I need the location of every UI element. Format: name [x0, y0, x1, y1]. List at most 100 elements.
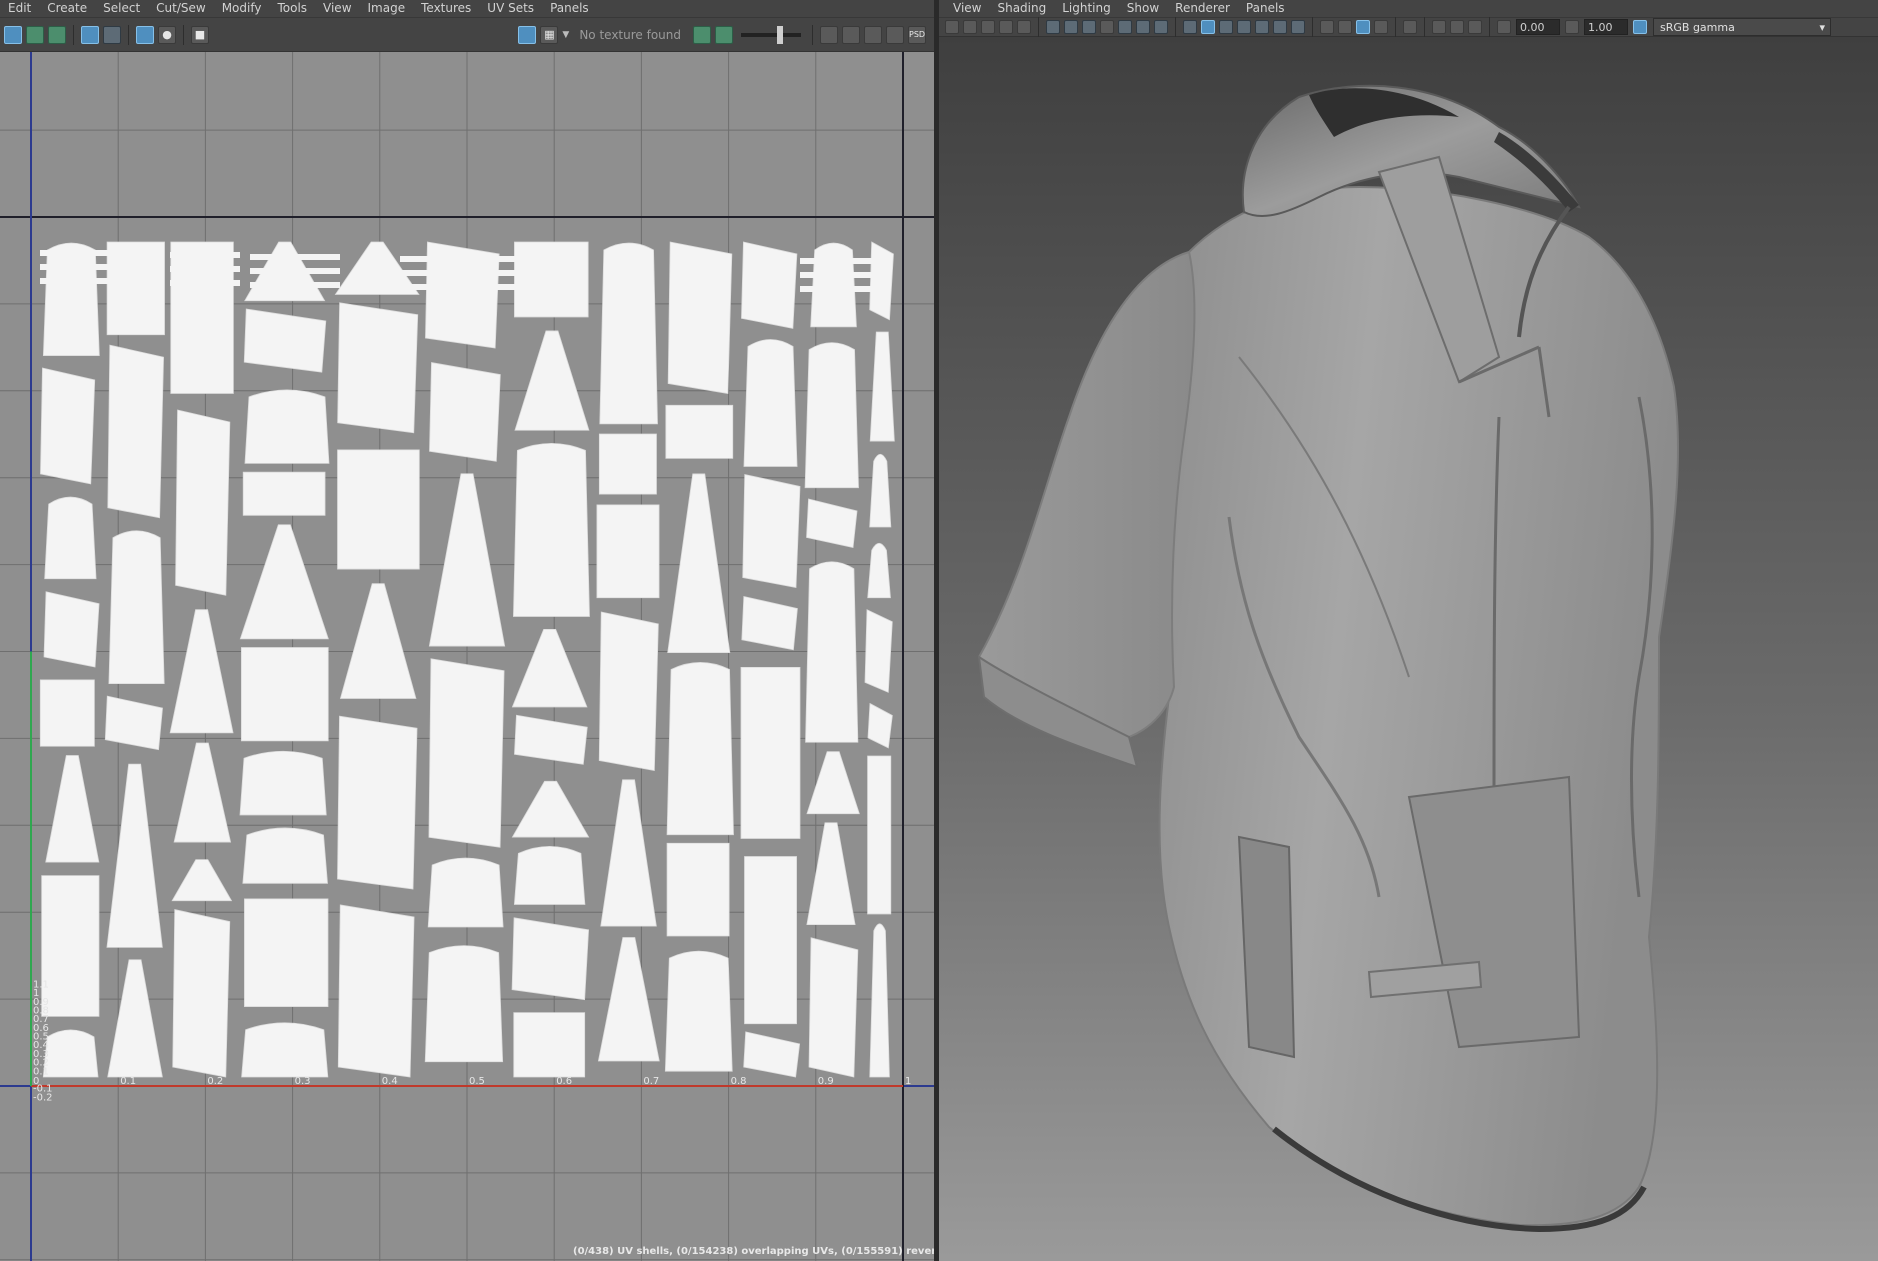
grease-pencil-icon[interactable]: [1017, 20, 1031, 34]
uv-strip-shell[interactable]: [400, 270, 520, 276]
isolate-select-icon[interactable]: [1403, 20, 1417, 34]
uv-shell[interactable]: [242, 471, 326, 516]
uv-strip-shell[interactable]: [170, 280, 240, 286]
uv-strip-shell[interactable]: [400, 256, 520, 262]
grid-toggle-icon[interactable]: [81, 25, 99, 44]
uv-shell[interactable]: [742, 473, 801, 589]
uv-shell-mode-icon[interactable]: [26, 25, 44, 44]
uv-shell[interactable]: [42, 242, 100, 356]
uv-shell[interactable]: [864, 609, 893, 693]
uv-strip-shell[interactable]: [400, 284, 520, 290]
uv-strip-shell[interactable]: [40, 264, 110, 270]
pan-zoom-icon[interactable]: [864, 25, 882, 44]
exposure-field[interactable]: 0.00: [1516, 19, 1560, 35]
uv-shell[interactable]: [337, 449, 420, 570]
uv-border-icon[interactable]: [886, 25, 904, 44]
gamma-field[interactable]: 1.00: [1584, 19, 1628, 35]
snap-grid-icon[interactable]: [103, 25, 121, 44]
uv-shell[interactable]: [44, 496, 97, 580]
uv-shell[interactable]: [427, 857, 504, 928]
snapshot-camera-icon[interactable]: ■: [191, 25, 209, 44]
uv-shell[interactable]: [804, 342, 859, 489]
uv-shell[interactable]: [740, 666, 801, 839]
uv-shell[interactable]: [41, 875, 100, 1017]
uv-shell[interactable]: [107, 344, 164, 519]
wireframe-icon[interactable]: [1183, 20, 1197, 34]
uv-canvas[interactable]: 0 0.1 0.2 0.3 0.4 0.5 0.6 0.7 0.8 0.9 11.110.90.80…: [0, 52, 934, 1261]
uv-strip-shell[interactable]: [40, 278, 110, 284]
smooth-shade-icon[interactable]: [1201, 20, 1215, 34]
vp-menu-panels[interactable]: Panels: [1238, 0, 1293, 17]
uv-shell[interactable]: [596, 504, 660, 599]
menu-view[interactable]: View: [315, 0, 359, 17]
depth-of-field-icon[interactable]: [1374, 20, 1388, 34]
uv-shell[interactable]: [337, 904, 415, 1078]
uv-shell[interactable]: [599, 242, 658, 425]
uv-shell[interactable]: [513, 1012, 586, 1078]
uv-shell[interactable]: [337, 715, 418, 890]
psd-icon[interactable]: PSD: [908, 25, 926, 44]
image-ratio-icon[interactable]: [715, 25, 733, 44]
camera-attributes-icon[interactable]: [963, 20, 977, 34]
anti-aliasing-icon[interactable]: [1356, 20, 1370, 34]
uv-shell[interactable]: [667, 241, 733, 394]
bookmark-icon[interactable]: [981, 20, 995, 34]
menu-panels[interactable]: Panels: [542, 0, 597, 17]
uv-shell[interactable]: [424, 945, 504, 1063]
texture-filter-icon[interactable]: [693, 25, 711, 44]
checker-grid-icon[interactable]: [136, 25, 154, 44]
screen-space-ao-icon[interactable]: [1320, 20, 1334, 34]
vp-menu-renderer[interactable]: Renderer: [1167, 0, 1238, 17]
image-dim-slider[interactable]: [741, 25, 801, 44]
uv-strip-shell[interactable]: [250, 254, 340, 260]
menu-edit[interactable]: Edit: [0, 0, 39, 17]
menu-modify[interactable]: Modify: [214, 0, 270, 17]
menu-image[interactable]: Image: [360, 0, 414, 17]
uv-strip-shell[interactable]: [800, 286, 890, 292]
uv-shell[interactable]: [244, 898, 329, 1007]
color-management-icon[interactable]: [1633, 20, 1647, 34]
uv-shell[interactable]: [598, 611, 659, 771]
xray-components-icon[interactable]: [1468, 20, 1482, 34]
uv-shell[interactable]: [428, 658, 505, 848]
viewport-canvas[interactable]: [939, 37, 1878, 1261]
uv-shell[interactable]: [172, 909, 231, 1078]
uv-shell[interactable]: [869, 241, 894, 321]
menu-textures[interactable]: Textures: [413, 0, 479, 17]
uv-shell[interactable]: [664, 950, 733, 1072]
menu-select[interactable]: Select: [95, 0, 148, 17]
uv-strip-shell[interactable]: [170, 266, 240, 272]
dropdown-arrow-icon[interactable]: ▼: [562, 30, 569, 40]
uv-shell[interactable]: [743, 339, 798, 467]
uv-shell[interactable]: [242, 827, 328, 884]
xray-icon[interactable]: [1432, 20, 1446, 34]
uv-strip-shell[interactable]: [40, 250, 110, 256]
menu-create[interactable]: Create: [39, 0, 95, 17]
uv-face-mode-icon[interactable]: [48, 25, 66, 44]
uv-shell[interactable]: [741, 241, 798, 329]
uv-shell[interactable]: [744, 856, 797, 1025]
menu-uv-sets[interactable]: UV Sets: [479, 0, 542, 17]
uv-shell[interactable]: [513, 443, 590, 617]
menu-cut-sew[interactable]: Cut/Sew: [148, 0, 214, 17]
uv-shell[interactable]: [337, 302, 419, 434]
uv-shell[interactable]: [241, 1022, 329, 1078]
isolate-select-icon[interactable]: [820, 25, 838, 44]
uv-shell[interactable]: [810, 242, 857, 328]
uv-shell[interactable]: [42, 1029, 99, 1078]
slider-thumb[interactable]: [777, 25, 783, 44]
vp-menu-shading[interactable]: Shading: [989, 0, 1054, 17]
vp-menu-lighting[interactable]: Lighting: [1054, 0, 1119, 17]
uv-strip-shell[interactable]: [250, 268, 340, 274]
uv-strip-shell[interactable]: [800, 258, 890, 264]
safe-title-icon[interactable]: [1154, 20, 1168, 34]
uv-shell[interactable]: [40, 367, 96, 485]
menu-tools[interactable]: Tools: [269, 0, 315, 17]
use-all-lights-icon[interactable]: [1273, 20, 1287, 34]
grid-icon[interactable]: [1046, 20, 1060, 34]
default-material-icon[interactable]: [1219, 20, 1233, 34]
uv-shell[interactable]: [511, 917, 590, 1001]
uv-shell[interactable]: [244, 389, 330, 464]
uv-shell[interactable]: [665, 404, 734, 459]
image-plane-icon[interactable]: [999, 20, 1013, 34]
